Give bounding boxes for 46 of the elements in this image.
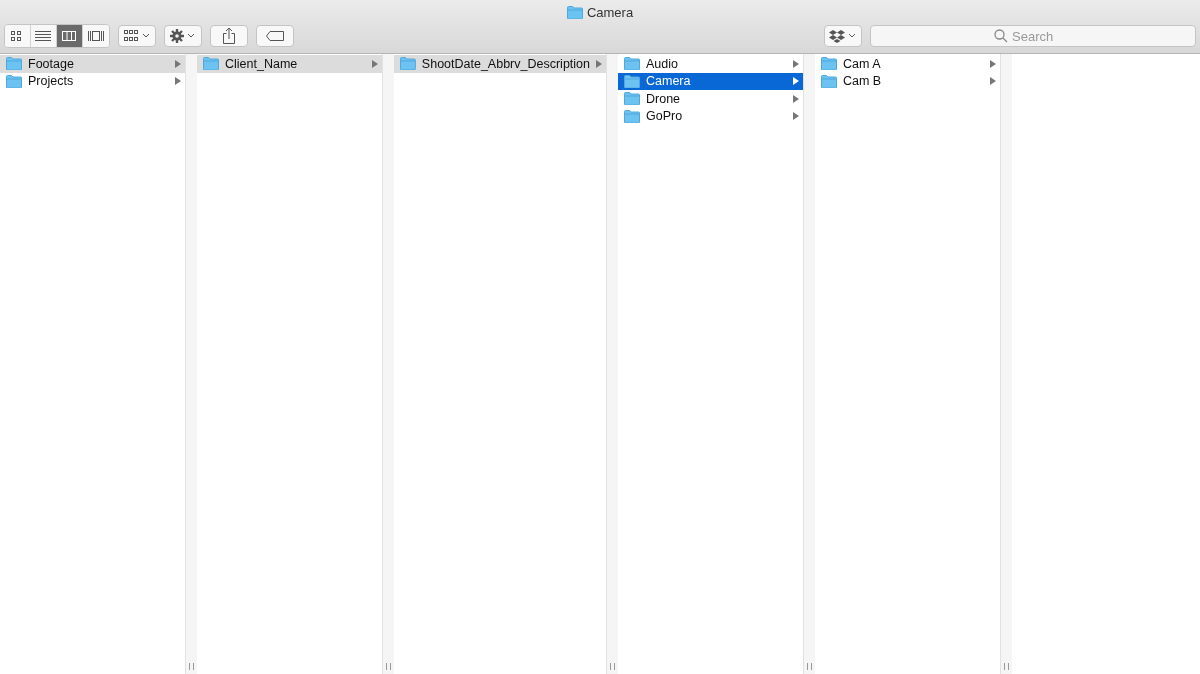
grid-dropdown-icon — [123, 29, 151, 43]
resize-handle-icon[interactable] — [386, 663, 391, 670]
folder-row[interactable]: Drone — [618, 90, 803, 108]
folder-icon — [203, 57, 219, 71]
folder-icon — [6, 57, 22, 71]
search-icon — [994, 29, 1008, 43]
resize-handle-icon[interactable] — [189, 663, 194, 670]
view-switcher[interactable] — [4, 24, 110, 48]
folder-row[interactable]: Projects — [0, 72, 185, 90]
settings-button[interactable] — [164, 25, 202, 47]
dropbox-button[interactable] — [824, 25, 862, 47]
folder-icon — [624, 109, 640, 123]
folder-row[interactable]: Camera — [618, 72, 803, 90]
folder-icon — [624, 57, 640, 71]
folder-row[interactable]: GoPro — [618, 107, 803, 125]
disclosure-arrow-icon — [372, 59, 378, 68]
view-mode-button[interactable] — [57, 25, 83, 47]
folder-icon — [6, 74, 22, 88]
folder-icon — [400, 57, 416, 71]
folder-row[interactable]: Cam A — [815, 55, 1000, 73]
search-field[interactable]: Search — [870, 25, 1196, 47]
folder-row[interactable]: Client_Name — [197, 55, 382, 73]
folder-icon — [821, 74, 837, 88]
view-list-icon — [34, 29, 53, 43]
window-title: Camera — [586, 4, 634, 20]
resize-handle-icon[interactable] — [807, 663, 812, 670]
folder-icon — [624, 74, 640, 88]
view-gallery-icon — [87, 29, 105, 43]
arrange-button[interactable] — [118, 25, 156, 47]
folder-row[interactable]: Audio — [618, 55, 803, 73]
folder-icon — [624, 92, 640, 106]
tag-button[interactable] — [256, 25, 294, 47]
disclosure-arrow-icon — [596, 59, 602, 68]
tag-icon — [265, 30, 285, 42]
share-button[interactable] — [210, 25, 248, 47]
search-input[interactable]: Search — [1012, 28, 1072, 44]
resize-handle-icon[interactable] — [610, 663, 615, 670]
folder-row[interactable]: ShootDate_Abbrv_Description — [394, 55, 606, 73]
share-icon — [222, 27, 236, 45]
view-columns-icon — [60, 29, 79, 43]
folder-icon — [821, 57, 837, 71]
folder-icon — [566, 5, 583, 19]
folder-row[interactable]: Cam B — [815, 72, 1000, 90]
view-mode-button[interactable] — [5, 25, 31, 47]
folder-row[interactable]: Footage — [0, 55, 185, 73]
resize-handle-icon[interactable] — [1004, 663, 1009, 670]
